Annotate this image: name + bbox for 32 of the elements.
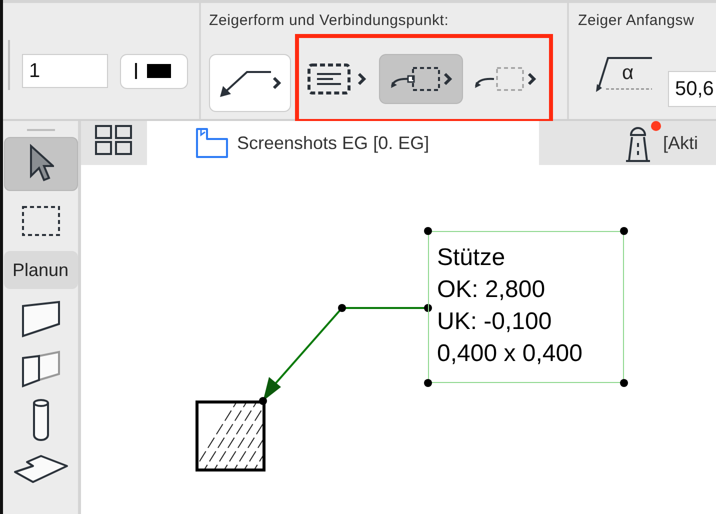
marquee-icon	[20, 205, 60, 237]
window-icon	[20, 350, 60, 388]
toolbox-arrow-tool[interactable]	[4, 137, 78, 191]
grid-view-icon	[95, 125, 133, 155]
pen-number-field[interactable]: 1	[22, 54, 108, 88]
label-text-line: UK: -0,100	[437, 307, 553, 337]
node-handle[interactable]	[259, 397, 267, 405]
node-handle[interactable]	[338, 304, 346, 312]
label-text-line: Stütze	[437, 243, 506, 273]
toolbox-group-label[interactable]: Planun	[4, 251, 78, 289]
corner-handle[interactable]	[424, 379, 432, 387]
label-text-line: OK: 2,800	[437, 275, 546, 305]
view-tab[interactable]: [Akti	[539, 121, 716, 165]
pointer-icon	[28, 144, 54, 184]
column-icon	[30, 397, 50, 441]
pointer-shape-button[interactable]	[379, 54, 463, 104]
corner-handle[interactable]	[620, 227, 628, 235]
floor-plan-icon	[195, 127, 229, 159]
column-symbol-drawing	[196, 400, 266, 472]
corner-handle[interactable]	[620, 379, 628, 387]
pointer-shape-button[interactable]	[209, 54, 291, 112]
section-title: Zeigerform und Verbindungspunkt:	[209, 12, 450, 29]
label-text-line: 0,400 x 0,400	[437, 339, 584, 369]
slab-icon	[12, 454, 68, 484]
grid-view-button[interactable]	[81, 121, 147, 165]
view-tab[interactable]: Screenshots EG [0. EG]	[147, 121, 539, 165]
corner-handle[interactable]	[424, 227, 432, 235]
node-handle[interactable]	[424, 304, 432, 312]
line-style-button[interactable]	[120, 54, 188, 88]
wall-icon	[20, 300, 60, 338]
section-title: Zeiger Anfangsw	[578, 12, 696, 29]
angle-field[interactable]: 50,6	[668, 71, 716, 107]
